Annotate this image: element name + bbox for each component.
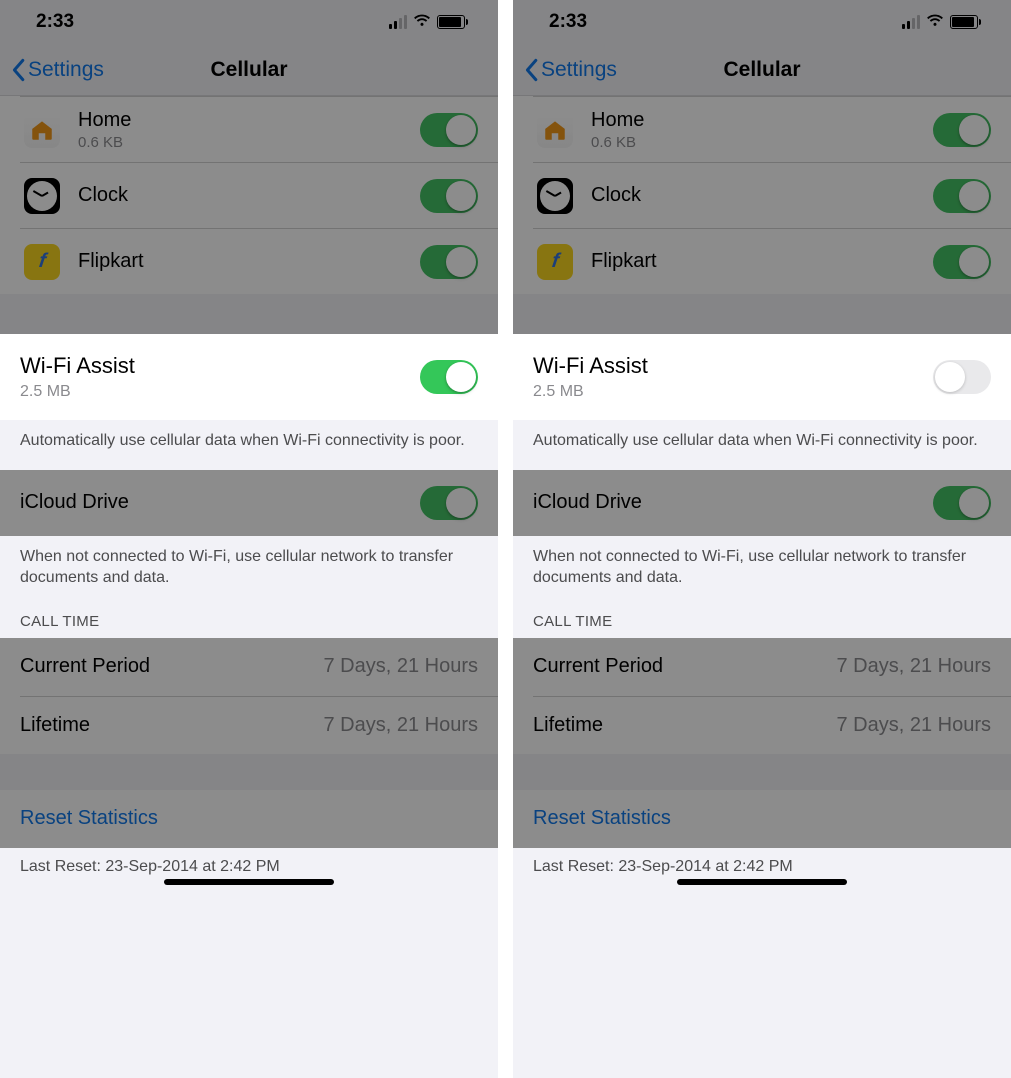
back-button[interactable]: Settings (0, 58, 104, 82)
call-time-header: CALL TIME (513, 607, 1011, 638)
reset-statistics-button[interactable]: Reset Statistics (513, 790, 1011, 848)
battery-icon (437, 15, 468, 29)
nav-bar: Settings Cellular (513, 44, 1011, 96)
app-label: Clock (78, 184, 420, 207)
wifi-assist-title: Wi-Fi Assist (533, 353, 933, 379)
app-row-home: Home 0.6 KB (20, 96, 498, 162)
reset-statistics-label: Reset Statistics (20, 807, 478, 830)
current-period-value: 7 Days, 21 Hours (836, 655, 991, 678)
app-sublabel: 0.6 KB (591, 134, 933, 151)
wifi-assist-toggle[interactable] (933, 360, 991, 394)
wifi-assist-desc: Automatically use cellular data when Wi-… (0, 420, 498, 470)
home-app-icon (24, 112, 60, 148)
lifetime-label: Lifetime (533, 714, 836, 737)
status-time: 2:33 (36, 11, 74, 33)
lifetime-row[interactable]: Lifetime 7 Days, 21 Hours (533, 696, 1011, 754)
current-period-value: 7 Days, 21 Hours (323, 655, 478, 678)
app-row-flipkart: f Flipkart (533, 228, 1011, 294)
app-label: Home (78, 109, 420, 132)
chevron-left-icon (10, 58, 26, 82)
flipkart-app-icon: f (24, 244, 60, 280)
current-period-row[interactable]: Current Period 7 Days, 21 Hours (513, 638, 1011, 696)
chevron-left-icon (523, 58, 539, 82)
app-label: Home (591, 109, 933, 132)
app-row-clock: Clock (533, 162, 1011, 228)
current-period-row[interactable]: Current Period 7 Days, 21 Hours (0, 638, 498, 696)
back-button[interactable]: Settings (513, 58, 617, 82)
app-label: Clock (591, 184, 933, 207)
wifi-assist-title: Wi-Fi Assist (20, 353, 420, 379)
current-period-label: Current Period (20, 655, 323, 678)
wifi-assist-desc: Automatically use cellular data when Wi-… (513, 420, 1011, 470)
home-app-icon (537, 112, 573, 148)
battery-icon (950, 15, 981, 29)
cellular-signal-icon (389, 15, 407, 29)
icloud-drive-row: iCloud Drive (0, 470, 498, 536)
status-time: 2:33 (549, 11, 587, 33)
lifetime-value: 7 Days, 21 Hours (323, 714, 478, 737)
flipkart-app-icon: f (537, 244, 573, 280)
icloud-drive-desc: When not connected to Wi-Fi, use cellula… (0, 536, 498, 607)
last-reset-label: Last Reset: 23-Sep-2014 at 2:42 PM (0, 848, 498, 896)
app-row-clock: Clock (20, 162, 498, 228)
clock-app-icon (537, 178, 573, 214)
toggle-flipkart[interactable] (420, 245, 478, 279)
home-indicator[interactable] (677, 879, 847, 885)
app-row-flipkart: f Flipkart (20, 228, 498, 294)
wifi-assist-sub: 2.5 MB (533, 383, 933, 401)
toggle-flipkart[interactable] (933, 245, 991, 279)
icloud-drive-label: iCloud Drive (533, 491, 933, 514)
phone-right: 2:33 Settings Cellular (513, 0, 1011, 1078)
wifi-assist-toggle[interactable] (420, 360, 478, 394)
lifetime-label: Lifetime (20, 714, 323, 737)
icloud-drive-toggle[interactable] (420, 486, 478, 520)
app-sublabel: 0.6 KB (78, 134, 420, 151)
app-label: Flipkart (78, 250, 420, 273)
phone-left: 2:33 Settings Cellular (0, 0, 498, 1078)
back-label: Settings (541, 58, 617, 82)
app-row-home: Home 0.6 KB (533, 96, 1011, 162)
last-reset-label: Last Reset: 23-Sep-2014 at 2:42 PM (513, 848, 1011, 896)
wifi-assist-row: Wi-Fi Assist 2.5 MB (0, 334, 498, 420)
back-label: Settings (28, 58, 104, 82)
toggle-clock[interactable] (933, 179, 991, 213)
toggle-home[interactable] (420, 113, 478, 147)
cellular-signal-icon (902, 15, 920, 29)
lifetime-value: 7 Days, 21 Hours (836, 714, 991, 737)
reset-statistics-button[interactable]: Reset Statistics (0, 790, 498, 848)
toggle-clock[interactable] (420, 179, 478, 213)
nav-bar: Settings Cellular (0, 44, 498, 96)
icloud-drive-row: iCloud Drive (513, 470, 1011, 536)
home-indicator[interactable] (164, 879, 334, 885)
wifi-assist-row: Wi-Fi Assist 2.5 MB (513, 334, 1011, 420)
toggle-home[interactable] (933, 113, 991, 147)
status-bar: 2:33 (513, 0, 1011, 44)
wifi-assist-sub: 2.5 MB (20, 383, 420, 401)
current-period-label: Current Period (533, 655, 836, 678)
icloud-drive-desc: When not connected to Wi-Fi, use cellula… (513, 536, 1011, 607)
app-label: Flipkart (591, 250, 933, 273)
wifi-icon (413, 11, 431, 33)
wifi-icon (926, 11, 944, 33)
icloud-drive-label: iCloud Drive (20, 491, 420, 514)
reset-statistics-label: Reset Statistics (533, 807, 991, 830)
call-time-header: CALL TIME (0, 607, 498, 638)
icloud-drive-toggle[interactable] (933, 486, 991, 520)
lifetime-row[interactable]: Lifetime 7 Days, 21 Hours (20, 696, 498, 754)
clock-app-icon (24, 178, 60, 214)
status-bar: 2:33 (0, 0, 498, 44)
